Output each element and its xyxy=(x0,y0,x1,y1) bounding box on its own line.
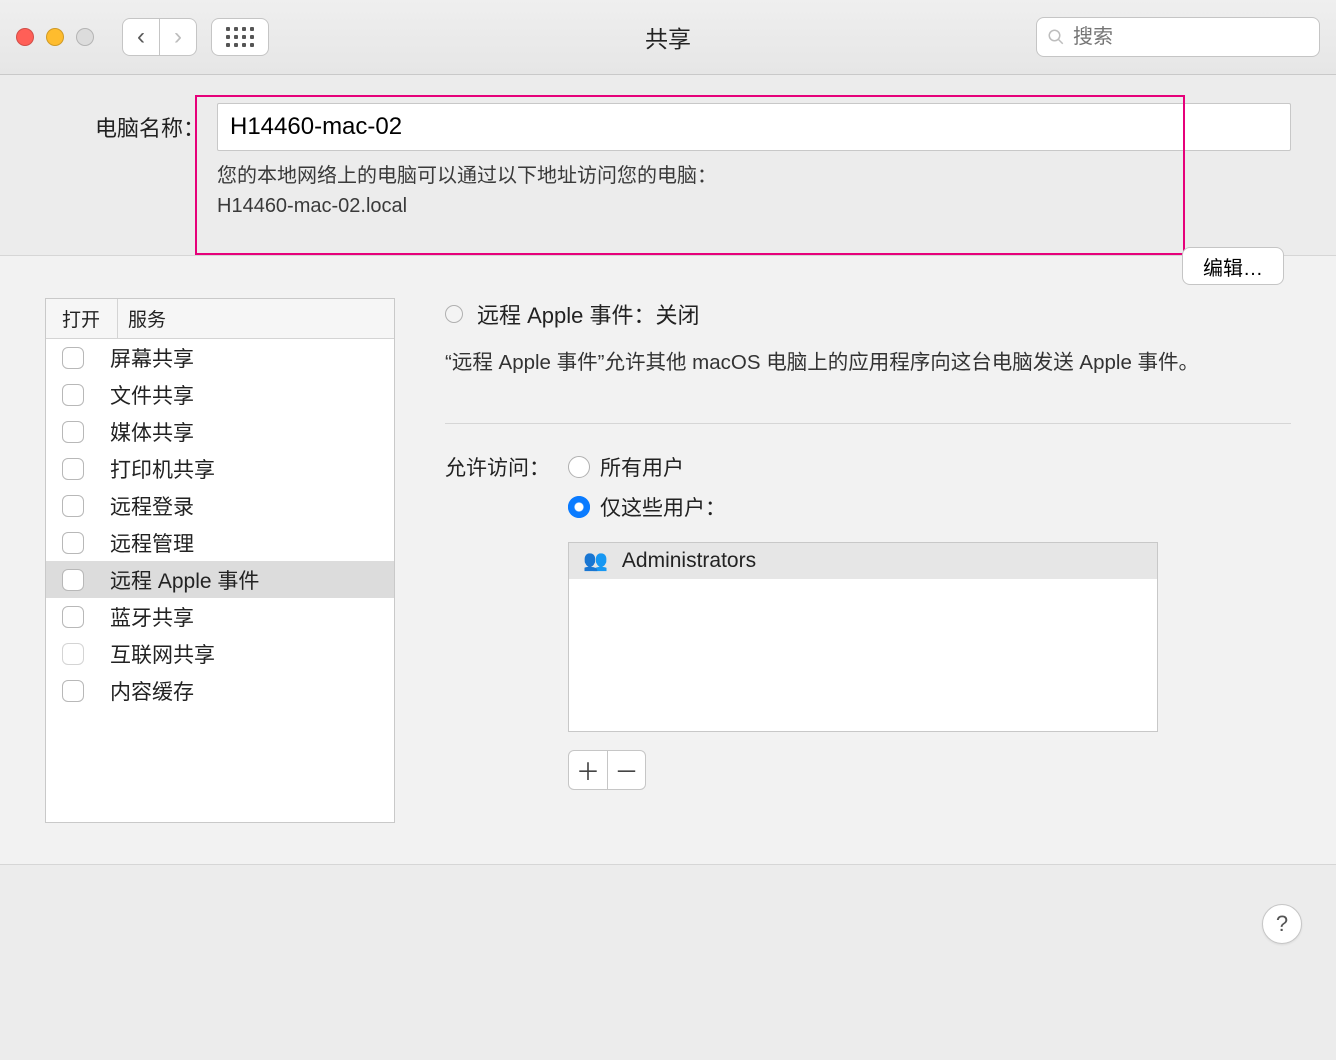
add-remove-buttons: ＋ － xyxy=(568,750,646,790)
show-all-button[interactable] xyxy=(211,18,269,56)
divider xyxy=(445,423,1291,424)
service-row[interactable]: 打印机共享 xyxy=(46,450,394,487)
nav-buttons: ‹ › xyxy=(122,18,197,56)
service-row[interactable]: 屏幕共享 xyxy=(46,339,394,376)
service-checkbox xyxy=(62,643,84,665)
service-checkbox[interactable] xyxy=(62,606,84,628)
computer-name-input[interactable] xyxy=(217,103,1291,151)
radio-only-users[interactable]: 仅这些用户： xyxy=(568,492,1158,522)
window-controls xyxy=(16,28,94,46)
subtext-line1: 您的本地网络上的电脑可以通过以下地址访问您的电脑： xyxy=(217,161,1291,191)
service-row[interactable]: 内容缓存 xyxy=(46,672,394,709)
service-label: 文件共享 xyxy=(110,380,194,410)
service-label: 蓝牙共享 xyxy=(110,602,194,632)
service-description: “远程 Apple 事件”允许其他 macOS 电脑上的应用程序向这台电脑发送 … xyxy=(445,348,1291,379)
zoom-window-button xyxy=(76,28,94,46)
service-row[interactable]: 远程管理 xyxy=(46,524,394,561)
service-row[interactable]: 文件共享 xyxy=(46,376,394,413)
main-panel: 打开 服务 屏幕共享文件共享媒体共享打印机共享远程登录远程管理远程 Apple … xyxy=(0,255,1336,865)
search-input[interactable] xyxy=(1073,26,1309,49)
service-checkbox[interactable] xyxy=(62,458,84,480)
service-checkbox[interactable] xyxy=(62,347,84,369)
service-row[interactable]: 蓝牙共享 xyxy=(46,598,394,635)
service-checkbox[interactable] xyxy=(62,680,84,702)
back-button[interactable]: ‹ xyxy=(122,18,160,56)
search-icon xyxy=(1047,27,1065,47)
remove-user-button[interactable]: － xyxy=(607,751,645,789)
service-checkbox[interactable] xyxy=(62,495,84,517)
radio-all-label: 所有用户 xyxy=(600,452,684,482)
grid-icon xyxy=(226,27,254,47)
users-icon: 👥 xyxy=(583,548,608,573)
users-list[interactable]: 👥 Administrators xyxy=(568,542,1158,732)
service-checkbox[interactable] xyxy=(62,569,84,591)
radio-checked-icon xyxy=(568,496,590,518)
chevron-left-icon: ‹ xyxy=(137,23,145,51)
service-checkbox[interactable] xyxy=(62,421,84,443)
radio-all-users[interactable]: 所有用户 xyxy=(568,452,1158,482)
user-row[interactable]: 👥 Administrators xyxy=(569,543,1157,579)
service-label: 屏幕共享 xyxy=(110,343,194,373)
minimize-window-button[interactable] xyxy=(46,28,64,46)
status-led-icon xyxy=(445,305,463,323)
edit-button[interactable]: 编辑… xyxy=(1182,247,1284,285)
add-user-button[interactable]: ＋ xyxy=(569,751,607,789)
service-label: 互联网共享 xyxy=(110,639,215,669)
radio-icon xyxy=(568,456,590,478)
services-header-service: 服务 xyxy=(118,299,394,338)
service-row[interactable]: 远程登录 xyxy=(46,487,394,524)
services-list: 打开 服务 屏幕共享文件共享媒体共享打印机共享远程登录远程管理远程 Apple … xyxy=(45,298,395,823)
service-label: 媒体共享 xyxy=(110,417,194,447)
help-button[interactable]: ? xyxy=(1262,904,1302,944)
access-radio-group: 所有用户 仅这些用户： 👥 Administrators ＋ － xyxy=(568,452,1158,790)
computer-name-subtext: 您的本地网络上的电脑可以通过以下地址访问您的电脑： H14460-mac-02.… xyxy=(217,161,1291,221)
chevron-right-icon: › xyxy=(174,23,182,51)
computer-name-section: 电脑名称： 您的本地网络上的电脑可以通过以下地址访问您的电脑： H14460-m… xyxy=(0,75,1336,255)
service-row[interactable]: 媒体共享 xyxy=(46,413,394,450)
services-header-open: 打开 xyxy=(46,299,118,338)
service-label: 内容缓存 xyxy=(110,676,194,706)
service-checkbox[interactable] xyxy=(62,384,84,406)
forward-button: › xyxy=(160,18,197,56)
user-name: Administrators xyxy=(622,549,756,573)
computer-name-label: 电脑名称： xyxy=(45,111,205,143)
service-detail: 远程 Apple 事件：关闭 “远程 Apple 事件”允许其他 macOS 电… xyxy=(445,298,1291,834)
service-label: 远程管理 xyxy=(110,528,194,558)
service-row[interactable]: 远程 Apple 事件 xyxy=(46,561,394,598)
service-label: 远程登录 xyxy=(110,491,194,521)
service-checkbox[interactable] xyxy=(62,532,84,554)
access-label: 允许访问： xyxy=(445,452,550,482)
close-window-button[interactable] xyxy=(16,28,34,46)
search-field-wrap[interactable] xyxy=(1036,17,1320,57)
service-label: 远程 Apple 事件 xyxy=(110,565,259,595)
subtext-line2: H14460-mac-02.local xyxy=(217,191,1291,221)
status-text: 远程 Apple 事件：关闭 xyxy=(477,298,700,330)
radio-only-label: 仅这些用户： xyxy=(600,492,726,522)
toolbar: ‹ › 共享 xyxy=(0,0,1336,75)
service-label: 打印机共享 xyxy=(110,454,215,484)
service-row[interactable]: 互联网共享 xyxy=(46,635,394,672)
services-header: 打开 服务 xyxy=(46,299,394,339)
